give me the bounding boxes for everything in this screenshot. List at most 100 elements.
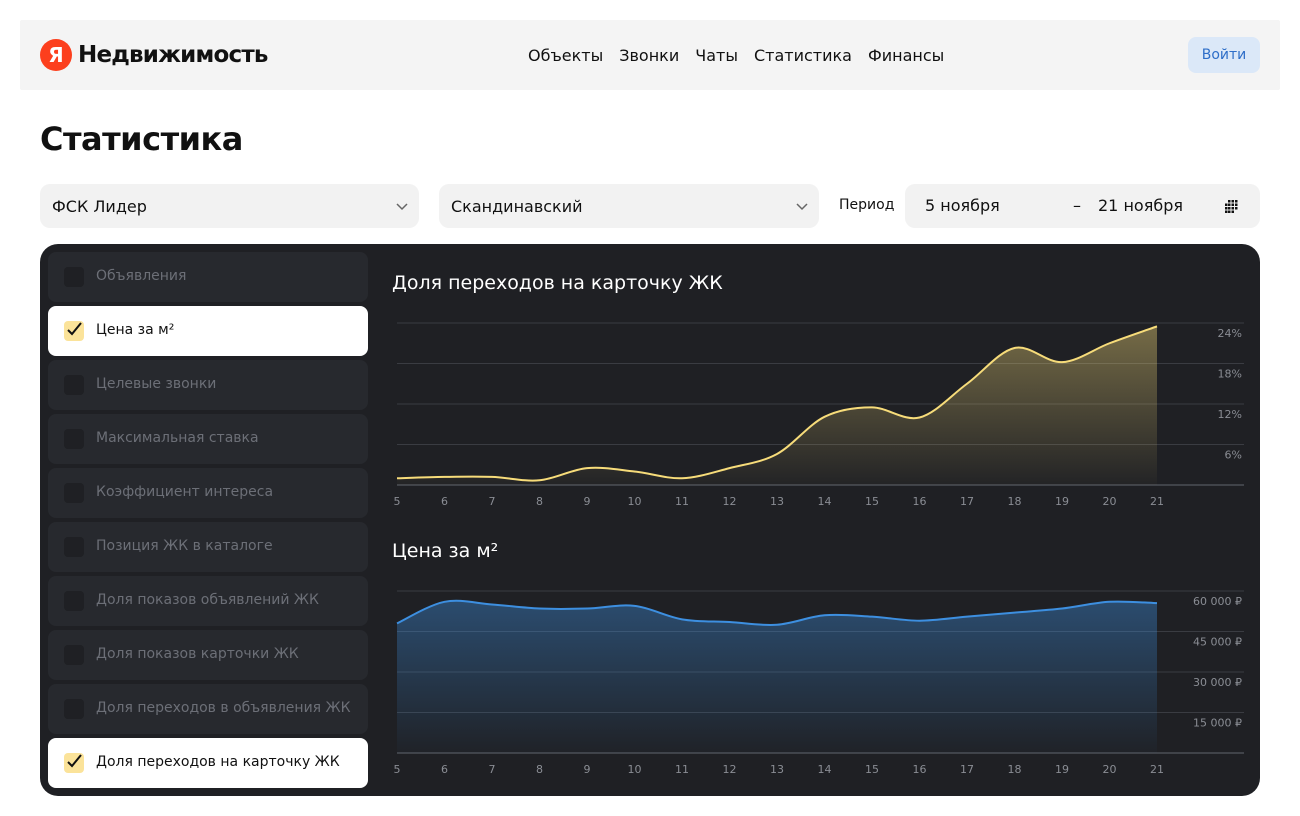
data-point[interactable]: [1151, 320, 1163, 332]
metric-label: Цена за м²: [96, 322, 175, 338]
metric-item[interactable]: Позиция ЖК в каталоге: [48, 522, 368, 572]
x-tick-label: 21: [1150, 495, 1164, 508]
data-point[interactable]: [676, 613, 688, 625]
data-point[interactable]: [914, 412, 926, 424]
series-area: [397, 326, 1157, 485]
y-tick-label: 60 000 ₽: [1193, 595, 1242, 608]
data-point[interactable]: [391, 472, 403, 484]
metric-label: Доля показов карточки ЖК: [96, 646, 299, 662]
data-point[interactable]: [819, 411, 831, 423]
x-tick-label: 16: [913, 763, 927, 776]
metric-checkbox[interactable]: [64, 429, 84, 449]
main-nav: Объекты Звонки Чаты Статистика Финансы: [520, 20, 952, 90]
data-point[interactable]: [724, 616, 736, 628]
data-point[interactable]: [1056, 356, 1068, 368]
x-tick-label: 5: [394, 495, 401, 508]
complex-select-value: Скандинавский: [451, 196, 583, 216]
nav-item-objects[interactable]: Объекты: [528, 46, 603, 65]
data-point[interactable]: [724, 462, 736, 474]
x-tick-label: 6: [441, 763, 448, 776]
metric-checkbox[interactable]: [64, 753, 84, 773]
data-point[interactable]: [581, 462, 593, 474]
metric-item[interactable]: Доля показов карточки ЖК: [48, 630, 368, 680]
x-tick-label: 8: [536, 495, 543, 508]
data-point[interactable]: [1009, 342, 1021, 354]
data-point[interactable]: [961, 611, 973, 623]
metric-checkbox[interactable]: [64, 375, 84, 395]
y-tick-label: 6%: [1225, 449, 1242, 462]
data-point[interactable]: [439, 471, 451, 483]
x-tick-label: 20: [1103, 763, 1117, 776]
data-point[interactable]: [1151, 597, 1163, 609]
metric-item[interactable]: Объявления: [48, 252, 368, 302]
calendar-icon[interactable]: [1224, 198, 1240, 214]
x-tick-label: 7: [489, 495, 496, 508]
chart-title-price-per-m2: Цена за м²: [392, 540, 499, 562]
metric-checkbox[interactable]: [64, 537, 84, 557]
chart-title-click-share: Доля переходов на карточку ЖК: [392, 272, 723, 294]
data-point[interactable]: [534, 603, 546, 615]
data-point[interactable]: [1056, 603, 1068, 615]
y-tick-label: 30 000 ₽: [1193, 676, 1242, 689]
data-point[interactable]: [581, 603, 593, 615]
logo-text: Недвижимость: [78, 42, 268, 68]
metric-checkbox[interactable]: [64, 591, 84, 611]
nav-item-chats[interactable]: Чаты: [695, 46, 738, 65]
data-point[interactable]: [676, 472, 688, 484]
data-point[interactable]: [391, 617, 403, 629]
period-to-input[interactable]: 21 ноября: [1098, 196, 1183, 215]
metric-checkbox[interactable]: [64, 321, 84, 341]
period-label: Период: [839, 197, 895, 213]
data-point[interactable]: [439, 596, 451, 608]
data-point[interactable]: [486, 471, 498, 483]
metric-label: Максимальная ставка: [96, 430, 259, 446]
metric-label: Коэффициент интереса: [96, 484, 274, 500]
data-point[interactable]: [1104, 596, 1116, 608]
metric-item[interactable]: Доля переходов в объявления ЖК: [48, 684, 368, 734]
metric-item[interactable]: Коэффициент интереса: [48, 468, 368, 518]
data-point[interactable]: [914, 615, 926, 627]
metric-item[interactable]: Доля переходов на карточку ЖК: [48, 738, 368, 788]
data-point[interactable]: [629, 466, 641, 478]
complex-select[interactable]: Скандинавский: [439, 184, 819, 228]
data-point[interactable]: [771, 619, 783, 631]
metric-checkbox[interactable]: [64, 645, 84, 665]
yandex-realty-logo[interactable]: Я Недвижимость: [40, 39, 268, 71]
metric-item[interactable]: Целевые звонки: [48, 360, 368, 410]
period-dash: –: [1073, 196, 1081, 215]
data-point[interactable]: [866, 401, 878, 413]
data-point[interactable]: [961, 378, 973, 390]
metric-checkbox[interactable]: [64, 699, 84, 719]
x-tick-label: 9: [584, 495, 591, 508]
nav-item-calls[interactable]: Звонки: [619, 46, 679, 65]
statistics-panel: Объявления Цена за м² Целевые звонки Максим…: [40, 244, 1260, 796]
metric-checkbox[interactable]: [64, 483, 84, 503]
x-tick-label: 16: [913, 495, 927, 508]
data-point[interactable]: [629, 600, 641, 612]
metric-checkbox[interactable]: [64, 267, 84, 287]
x-tick-label: 11: [675, 495, 689, 508]
login-button[interactable]: Войти: [1188, 37, 1260, 73]
x-tick-label: 7: [489, 763, 496, 776]
x-tick-label: 18: [1008, 495, 1022, 508]
x-tick-label: 18: [1008, 763, 1022, 776]
data-point[interactable]: [819, 609, 831, 621]
nav-item-statistics[interactable]: Статистика: [754, 46, 852, 65]
data-point[interactable]: [1009, 607, 1021, 619]
data-point[interactable]: [771, 448, 783, 460]
nav-item-finance[interactable]: Финансы: [868, 46, 944, 65]
click-share-chart: 6% 12% 18% 24% 5 6 7 8 9 10 11 12 13 14 15 16 17 18 19 20 21: [391, 320, 1244, 508]
metric-item[interactable]: Максимальная ставка: [48, 414, 368, 464]
data-point[interactable]: [486, 599, 498, 611]
data-point[interactable]: [534, 474, 546, 486]
developer-select[interactable]: ФСК Лидер: [40, 184, 419, 228]
checkmark-icon: [67, 754, 82, 768]
y-tick-label: 15 000 ₽: [1193, 717, 1242, 730]
period-from-input[interactable]: 5 ноября: [925, 196, 1000, 215]
metric-item[interactable]: Цена за м²: [48, 306, 368, 356]
data-point[interactable]: [1104, 337, 1116, 349]
data-point[interactable]: [866, 611, 878, 623]
metric-item[interactable]: Доля показов объявлений ЖК: [48, 576, 368, 626]
x-tick-label: 17: [960, 763, 974, 776]
x-tick-label: 13: [770, 495, 784, 508]
